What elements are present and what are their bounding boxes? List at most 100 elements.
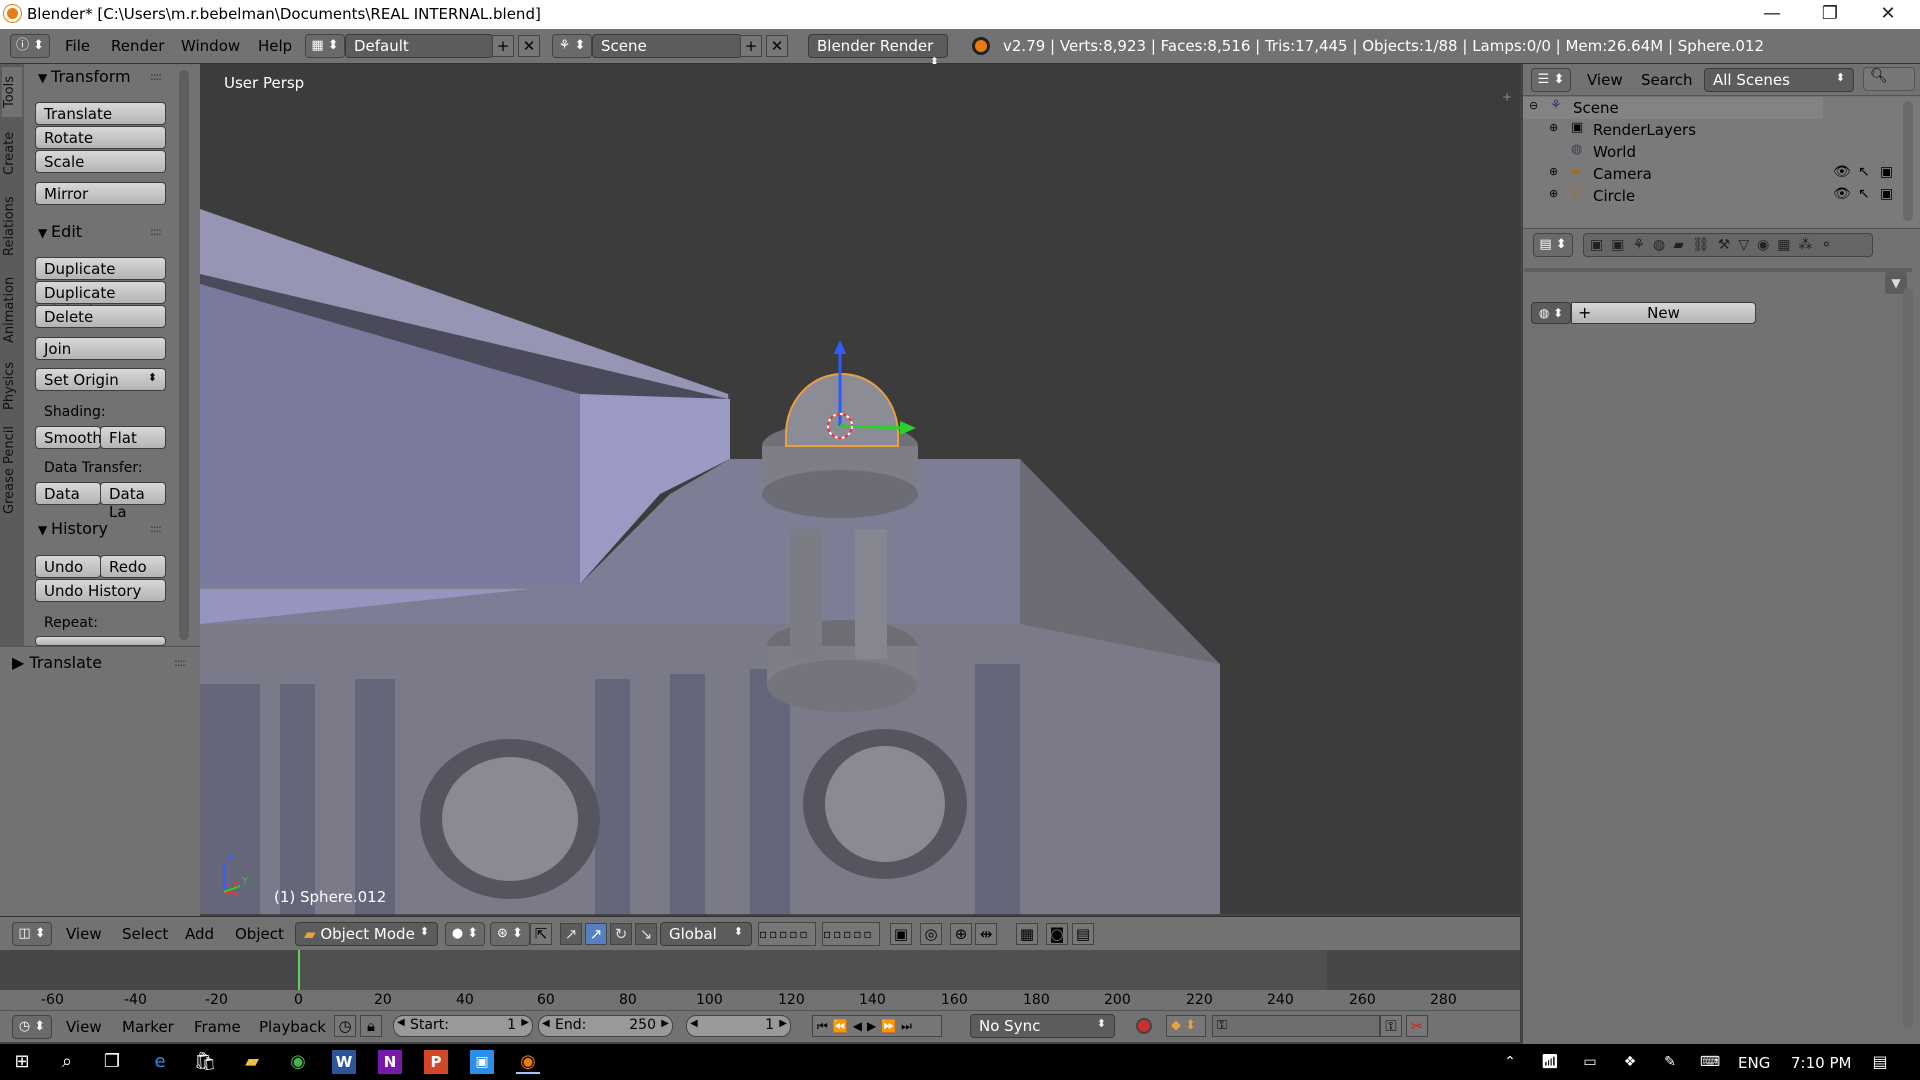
task-view-icon[interactable]: ❐ (100, 1050, 124, 1074)
data-layout-button[interactable]: Data La (100, 482, 166, 521)
insert-keyframe-icon[interactable]: ⚿ (1380, 1015, 1402, 1037)
scene-icon[interactable]: ⚘ ⬍ (552, 34, 592, 58)
language-indicator[interactable]: ENG (1738, 1054, 1770, 1072)
dropbox-icon[interactable]: ❖ (1618, 1050, 1642, 1074)
layout-dropdown[interactable]: Default (345, 34, 493, 58)
timeline-menu-marker[interactable]: Marker (122, 1018, 174, 1036)
join-button[interactable]: Join (35, 337, 166, 360)
selectable-cursor-icon[interactable]: ↖ (1858, 164, 1870, 180)
restore-button[interactable]: ❐ (1801, 0, 1859, 29)
menu-help[interactable]: Help (258, 37, 292, 55)
notifications-icon[interactable]: ▤ (1868, 1050, 1892, 1074)
rotate-manipulator-icon[interactable]: ↻ (610, 923, 632, 945)
operator-panel-title[interactable]: ▶ Translate (12, 653, 102, 672)
outliner-search-icon[interactable]: 🔍︎ (1863, 67, 1915, 91)
timeline-editor-icon[interactable]: ◷ ⬍ (12, 1015, 52, 1039)
current-frame-marker[interactable] (298, 950, 300, 990)
tab-create[interactable]: Create (2, 122, 22, 184)
render-preview-icon[interactable]: ▦ (1016, 923, 1038, 945)
viewport-menu-object[interactable]: Object (235, 925, 284, 943)
keying-set-field[interactable]: ⚿ (1212, 1015, 1380, 1037)
viewport-menu-add[interactable]: Add (185, 925, 214, 943)
lock-frame-icon[interactable]: 🔒︎ (360, 1015, 382, 1037)
3d-viewport[interactable]: User Persp Z X Y (1) Sphere.012 + (200, 64, 1520, 914)
network-icon[interactable]: 📶︎ (1538, 1050, 1562, 1074)
remove-layout-button[interactable]: ✕ (518, 35, 540, 57)
outliner-menu-view[interactable]: View (1587, 71, 1623, 89)
blender-taskbar-icon[interactable]: ◉ (516, 1050, 540, 1074)
outliner-filter-dropdown[interactable]: All Scenes ⬍ (1704, 68, 1854, 92)
flat-button[interactable]: Flat (100, 426, 166, 449)
y-axis-gizmo[interactable] (839, 424, 906, 430)
pivot-point-icon[interactable]: ⊛ ⬍ (490, 922, 530, 946)
tab-animation[interactable]: Animation (2, 268, 22, 352)
timeline-menu-view[interactable]: View (66, 1018, 102, 1036)
new-material-button[interactable]: + New (1571, 302, 1756, 324)
layer-buttons-group-1[interactable]: ▫▫▫▫▫ (758, 922, 816, 946)
properties-scrollbar[interactable] (1903, 288, 1913, 1028)
duplicate-linked-button[interactable]: Duplicate Linked (35, 281, 166, 320)
panel-title-transform[interactable]: Transform (38, 67, 131, 86)
snap-element-icon[interactable]: ⇹ (975, 923, 997, 945)
scale-manipulator-icon[interactable]: ↘ (635, 923, 657, 945)
file-explorer-icon[interactable]: ▰ (240, 1050, 264, 1074)
tab-relations[interactable]: Relations (2, 188, 22, 264)
minimize-button[interactable]: — (1743, 0, 1801, 29)
word-icon[interactable]: W (332, 1050, 356, 1074)
visibility-eye-icon[interactable]: 👁︎ (1833, 164, 1851, 180)
edge-browser-icon[interactable]: e (148, 1050, 172, 1074)
translate-button[interactable]: Translate (35, 102, 166, 125)
properties-editor-icon[interactable]: ▤ ⬍ (1533, 233, 1573, 257)
repeat-last-button[interactable] (35, 636, 166, 646)
app-icon[interactable]: ▣ (470, 1050, 494, 1074)
translate-manipulator-icon[interactable]: ↗ (560, 923, 582, 945)
manipulator-icon[interactable]: ⇱ (530, 923, 552, 945)
delete-keyframe-icon[interactable]: ✂ (1406, 1015, 1428, 1037)
tab-grease-pencil[interactable]: Grease Pencil (2, 420, 22, 520)
undo-button[interactable]: Undo (35, 555, 101, 578)
rotate-button[interactable]: Rotate (35, 126, 166, 149)
tool-shelf-scrollbar[interactable] (179, 70, 189, 640)
outliner-item-renderlayers[interactable]: ⊕ ▣ RenderLayers (1523, 119, 1920, 141)
remove-scene-button[interactable]: ✕ (766, 35, 788, 57)
selected-sphere[interactable] (785, 373, 899, 447)
move-manipulator-icon[interactable]: ↗ (585, 923, 607, 945)
outliner-menu-search[interactable]: Search (1641, 71, 1693, 89)
delete-button[interactable]: Delete (35, 305, 166, 328)
preview-range-icon[interactable]: ◷ (334, 1015, 356, 1037)
panel-title-history[interactable]: History (38, 519, 108, 538)
battery-icon[interactable]: ▭ (1578, 1050, 1602, 1074)
outliner-item-scene[interactable]: ⊖ ⚘ Scene (1523, 97, 1823, 119)
opengl-animation-icon[interactable]: ▤ (1072, 923, 1094, 945)
timeline-track-area[interactable] (0, 950, 1520, 990)
timeline-menu-frame[interactable]: Frame (194, 1018, 241, 1036)
menu-window[interactable]: Window (181, 37, 240, 55)
visibility-eye-icon[interactable]: 👁︎ (1833, 186, 1851, 202)
renderable-camera-icon[interactable]: ▣ (1880, 186, 1893, 202)
record-keyframe-icon[interactable] (1136, 1018, 1152, 1034)
set-origin-dropdown[interactable]: Set Origin ⬍ (35, 368, 166, 391)
onenote-icon[interactable]: N (378, 1050, 402, 1074)
outliner-item-world[interactable]: ◍ World (1523, 141, 1920, 163)
panel-grip-icon[interactable]: :::: (150, 225, 162, 238)
proportional-edit-icon[interactable]: ◎ (920, 923, 942, 945)
tab-tools[interactable]: Tools (2, 67, 22, 117)
lock-layers-icon[interactable]: ▣ (890, 923, 912, 945)
smooth-button[interactable]: Smooth (35, 426, 102, 449)
search-icon[interactable]: ⌕ (55, 1050, 79, 1074)
timeline-menu-playback[interactable]: Playback (259, 1018, 326, 1036)
start-windows-icon[interactable]: ⊞ (10, 1050, 34, 1074)
viewport-menu-view[interactable]: View (66, 925, 102, 943)
mirror-button[interactable]: Mirror (35, 182, 166, 205)
viewport-editor-icon[interactable]: ◫ ⬍ (12, 922, 52, 946)
redo-button[interactable]: Redo (100, 555, 166, 578)
render-engine-dropdown[interactable]: Blender Render ⬍ (808, 34, 948, 68)
scene-dropdown[interactable]: Scene (592, 34, 742, 58)
add-layout-button[interactable]: + (492, 35, 514, 57)
keyboard-icon[interactable]: ⌨ (1698, 1050, 1722, 1074)
menu-file[interactable]: File (65, 37, 90, 55)
screen-layout-icon[interactable]: ▦ ⬍ (305, 34, 345, 58)
viewport-corner-widget-icon[interactable]: + (1502, 90, 1512, 104)
snap-toggle-icon[interactable]: ⊕ (950, 923, 972, 945)
panel-grip-icon[interactable]: :::: (150, 70, 162, 83)
